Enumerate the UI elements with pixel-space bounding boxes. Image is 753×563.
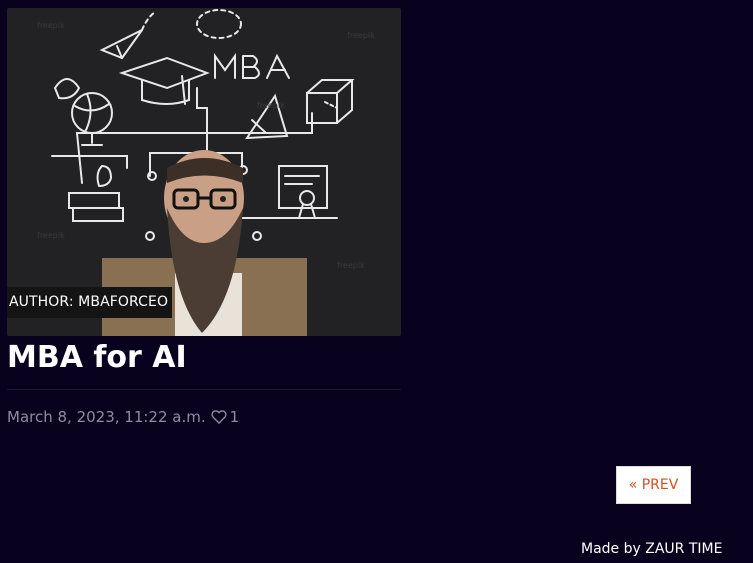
post-meta: March 8, 2023, 11:22 a.m. 1 — [7, 407, 239, 427]
footer-credit: Made by ZAUR TIME — [581, 541, 723, 557]
svg-text:freepik: freepik — [257, 101, 285, 110]
prev-button[interactable]: « PREV — [616, 466, 691, 504]
svg-text:freepik: freepik — [337, 261, 365, 270]
post-title[interactable]: MBA for AI — [7, 338, 187, 378]
author-badge: AUTHOR: MBAFORCEO — [7, 287, 173, 318]
post-image[interactable]: freepik freepik freepik freepik freepik … — [7, 8, 401, 336]
like-count: 1 — [229, 408, 240, 426]
svg-text:freepik: freepik — [37, 21, 65, 30]
post-card[interactable]: freepik freepik freepik freepik freepik … — [7, 8, 401, 426]
svg-text:freepik: freepik — [347, 31, 375, 40]
divider — [7, 389, 401, 390]
post-date: March 8, 2023, 11:22 a.m. — [7, 408, 206, 426]
heart-icon[interactable] — [211, 409, 227, 425]
svg-text:freepik: freepik — [37, 231, 65, 240]
page: freepik freepik freepik freepik freepik … — [0, 0, 753, 563]
